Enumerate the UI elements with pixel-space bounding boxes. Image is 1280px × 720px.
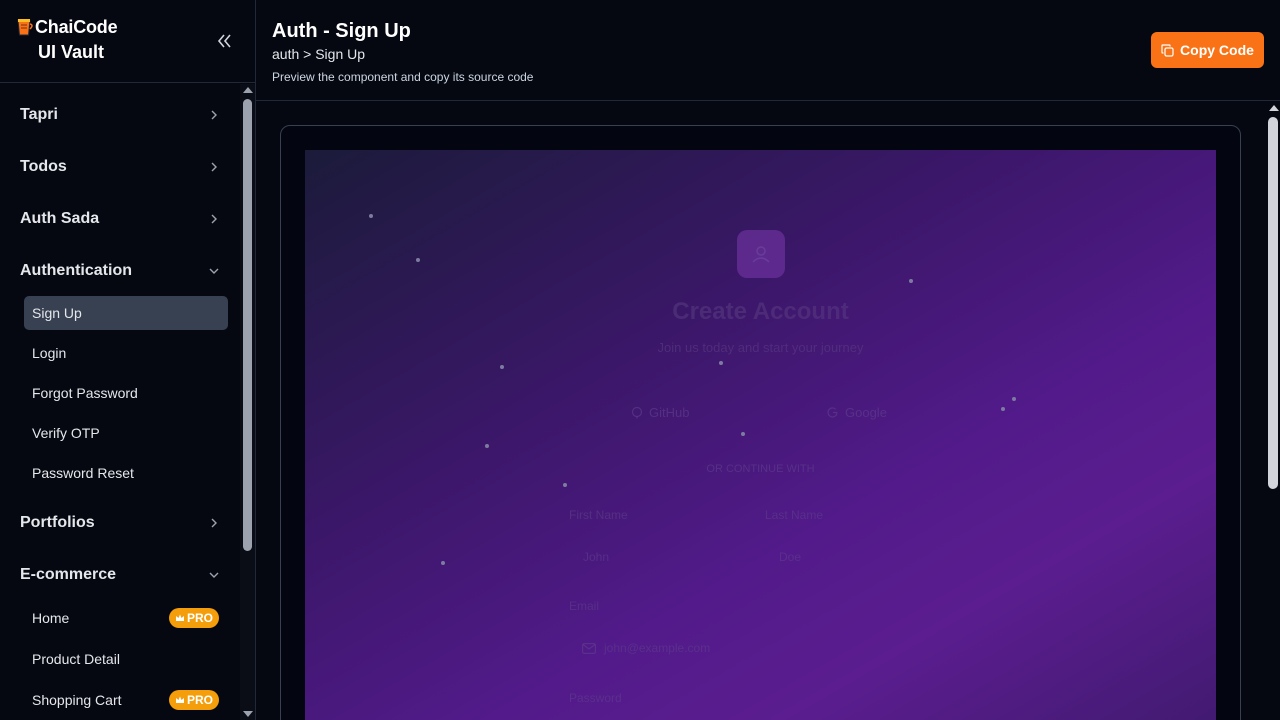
sidebar-item-label: Home: [32, 610, 70, 626]
sidebar-group-todos[interactable]: Todos: [0, 141, 240, 193]
chevron-right-icon: [211, 518, 217, 528]
sidebar-item-label: Sign Up: [32, 305, 82, 321]
github-icon: [631, 406, 643, 419]
preview-frame: Create Account Join us today and start y…: [280, 125, 1241, 720]
crown-icon: [176, 696, 184, 703]
component-preview: Create Account Join us today and start y…: [305, 150, 1216, 720]
background-particle: [416, 258, 420, 262]
background-particle: [741, 432, 745, 436]
chevron-right-icon: [211, 110, 217, 120]
sidebar-item-home[interactable]: Home PRO: [24, 601, 228, 635]
or-continue-divider: OR CONTINUE WITH: [706, 463, 815, 475]
pro-badge: PRO: [169, 608, 220, 628]
background-particle: [485, 444, 489, 448]
page-header: Auth - Sign Up auth > Sign Up Preview th…: [256, 0, 1280, 101]
password-label: Password: [569, 691, 622, 705]
scroll-down-arrow-icon[interactable]: [243, 711, 253, 717]
first-name-input[interactable]: John: [583, 550, 609, 564]
sidebar-item-label: Login: [32, 345, 67, 361]
sidebar-item-label: Product Detail: [32, 651, 120, 667]
copy-code-button[interactable]: Copy Code: [1151, 32, 1264, 68]
scrollbar-thumb[interactable]: [243, 99, 252, 551]
sidebar-scrollbar[interactable]: [240, 84, 255, 720]
preview-area: Create Account Join us today and start y…: [256, 101, 1280, 720]
copy-code-label: Copy Code: [1180, 42, 1254, 58]
sidebar-item-label: Password Reset: [32, 465, 134, 481]
background-particle: [719, 361, 723, 365]
main-scrollbar[interactable]: [1266, 101, 1280, 720]
scroll-up-arrow-icon[interactable]: [1269, 105, 1279, 111]
email-input[interactable]: john@example.com: [582, 641, 710, 655]
page-title: Auth - Sign Up: [272, 20, 411, 42]
last-name-label: Last Name: [765, 508, 824, 522]
pro-badge-label: PRO: [187, 693, 214, 707]
sidebar-item-sign-up[interactable]: Sign Up: [24, 296, 228, 330]
google-label: Google: [845, 405, 887, 420]
app-root: ChaiCode UI Vault Tapri Todos Auth Sada …: [0, 0, 1280, 720]
sidebar-item-label: Verify OTP: [32, 425, 100, 441]
sidebar-group-e-commerce[interactable]: E-commerce: [0, 549, 240, 601]
background-particle: [500, 365, 504, 369]
sidebar-group-label: Portfolios: [20, 514, 95, 531]
sidebar-item-label: Forgot Password: [32, 385, 138, 401]
create-account-title: Create Account: [672, 298, 849, 325]
sidebar-group-label: Authentication: [20, 262, 132, 279]
breadcrumb: auth > Sign Up: [272, 46, 366, 62]
pro-badge: PRO: [169, 690, 220, 710]
pro-badge-label: PRO: [187, 611, 214, 625]
sidebar-group-portfolios[interactable]: Portfolios: [0, 497, 240, 549]
brand-name: ChaiCode: [35, 17, 118, 37]
copy-icon: [1161, 43, 1174, 57]
email-label: Email: [569, 599, 600, 613]
sidebar: ChaiCode UI Vault Tapri Todos Auth Sada …: [0, 0, 256, 720]
background-particle: [369, 214, 373, 218]
sidebar-group-label: E-commerce: [20, 566, 117, 583]
chevron-down-icon: [209, 268, 219, 274]
background-particle: [1012, 397, 1016, 401]
sidebar-item-forgot-password[interactable]: Forgot Password: [24, 376, 228, 410]
sidebar-item-product-detail[interactable]: Product Detail: [24, 642, 228, 676]
sidebar-item-shopping-cart[interactable]: Shopping Cart PRO: [24, 683, 228, 717]
scrollbar-thumb[interactable]: [1268, 117, 1278, 489]
background-particle: [909, 279, 913, 283]
sidebar-group-label: Auth Sada: [20, 210, 100, 227]
google-button[interactable]: Google: [826, 405, 887, 420]
chevron-down-icon: [209, 572, 219, 578]
mail-icon: [582, 642, 596, 654]
scroll-up-arrow-icon[interactable]: [243, 87, 253, 93]
background-particle: [441, 561, 445, 565]
sidebar-group-auth-sada[interactable]: Auth Sada: [0, 193, 240, 245]
github-label: GitHub: [649, 405, 690, 420]
email-placeholder: john@example.com: [604, 641, 711, 655]
user-icon: [752, 246, 770, 263]
background-particle: [1001, 407, 1005, 411]
create-account-subtitle: Join us today and start your journey: [657, 340, 864, 355]
sidebar-group-tapri[interactable]: Tapri: [0, 89, 240, 141]
page-subtitle: Preview the component and copy its sourc…: [272, 70, 534, 84]
chevron-right-icon: [211, 162, 217, 172]
github-button[interactable]: GitHub: [631, 405, 689, 420]
sidebar-nav: Tapri Todos Auth Sada Authentication Sig…: [0, 84, 240, 720]
brand-subtitle: UI Vault: [38, 42, 105, 62]
sidebar-item-label: Shopping Cart: [32, 692, 122, 708]
sidebar-item-password-reset[interactable]: Password Reset: [24, 456, 228, 490]
collapse-sidebar-icon[interactable]: [214, 30, 236, 52]
sidebar-group-authentication[interactable]: Authentication: [0, 245, 240, 297]
last-name-input[interactable]: Doe: [779, 550, 801, 564]
background-particle: [563, 483, 567, 487]
sidebar-group-label: Tapri: [20, 106, 58, 123]
brand-header: ChaiCode UI Vault: [0, 0, 255, 83]
chai-cup-logo-icon: [17, 19, 33, 36]
first-name-label: First Name: [569, 508, 628, 522]
sidebar-item-login[interactable]: Login: [24, 336, 228, 370]
crown-icon: [176, 614, 184, 621]
google-icon: [827, 407, 838, 418]
user-avatar-box: [737, 230, 785, 278]
sidebar-group-label: Todos: [20, 158, 67, 175]
sidebar-item-verify-otp[interactable]: Verify OTP: [24, 416, 228, 450]
chevron-right-icon: [211, 214, 217, 224]
